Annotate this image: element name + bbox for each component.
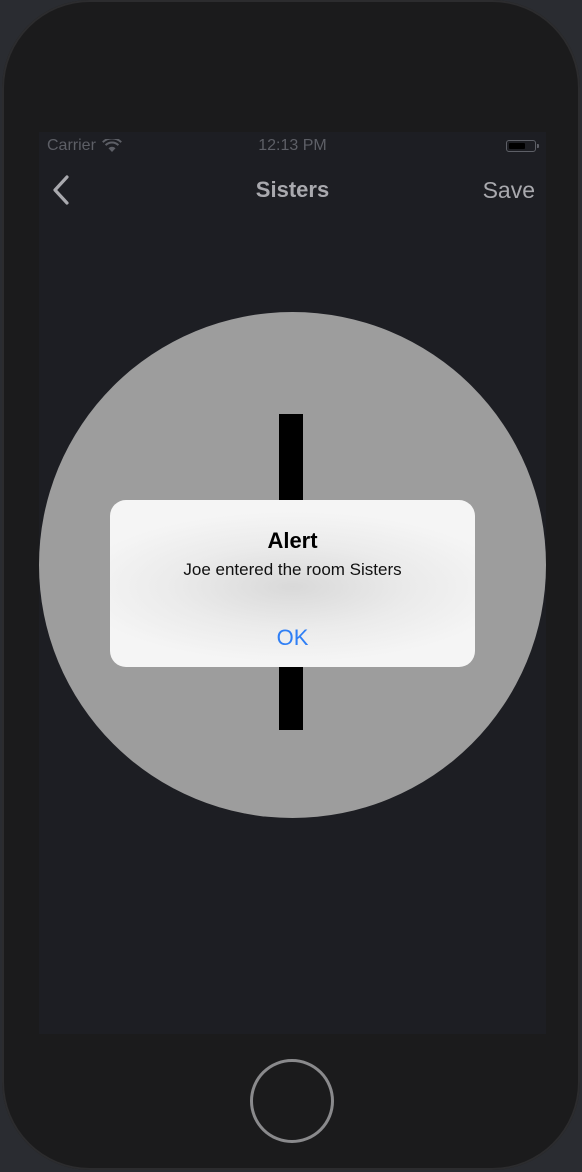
navigation-bar: Sisters Save — [39, 162, 546, 218]
save-button[interactable]: Save — [483, 177, 535, 204]
page-title: Sisters — [255, 177, 330, 202]
app-screen: Carrier 12:13 PM Sisters Save Alert Joe … — [39, 132, 546, 1034]
battery-tip — [537, 144, 539, 148]
phone-frame: Carrier 12:13 PM Sisters Save Alert Joe … — [2, 0, 580, 1170]
home-button[interactable] — [250, 1059, 334, 1143]
battery-level — [509, 143, 525, 149]
alert-title: Alert — [267, 528, 318, 553]
battery-icon — [506, 140, 539, 152]
status-time: 12:13 PM — [258, 137, 327, 154]
alert-ok-button[interactable]: OK — [110, 608, 475, 667]
alert-message: Joe entered the room Sisters — [183, 560, 402, 579]
status-bar: Carrier 12:13 PM — [39, 132, 546, 162]
alert-dialog: Alert Joe entered the room Sisters OK — [110, 500, 475, 667]
